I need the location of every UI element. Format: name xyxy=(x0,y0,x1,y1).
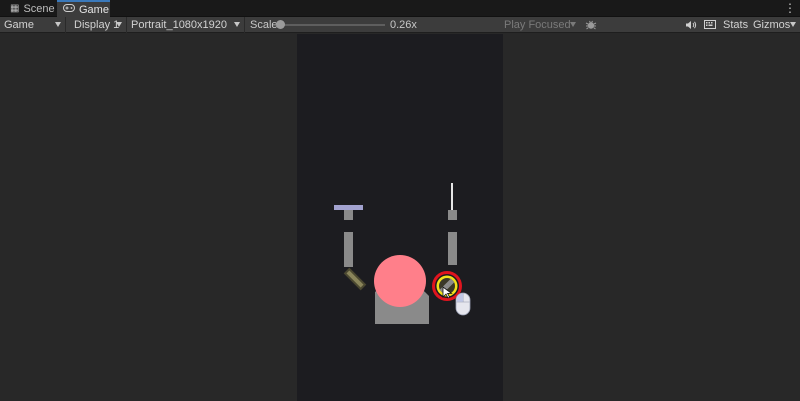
chevron-down-icon xyxy=(234,22,240,27)
chevron-down-icon xyxy=(116,22,122,27)
gizmos-dropdown[interactable]: Gizmos xyxy=(749,17,800,33)
tab-scene[interactable]: ▦ Scene xyxy=(4,0,56,17)
right-antenna-line xyxy=(451,183,453,210)
left-claw xyxy=(343,267,367,291)
view-mode-dropdown[interactable]: Game xyxy=(0,17,66,33)
audio-speaker-icon[interactable] xyxy=(684,17,698,33)
chevron-down-icon xyxy=(55,22,61,27)
view-mode-value: Game xyxy=(4,19,34,31)
tab-strip: ▦ Scene Game ⋮ xyxy=(0,0,800,17)
left-arm-upper xyxy=(344,232,353,267)
chevron-down-icon xyxy=(570,22,576,27)
tab-scene-label: Scene xyxy=(23,2,55,15)
tab-game-label: Game xyxy=(79,3,109,16)
game-view xyxy=(0,34,800,401)
play-mode-dropdown[interactable]: Play Focused xyxy=(500,17,580,33)
grid-icon: ▦ xyxy=(10,2,20,14)
scale-slider-track[interactable] xyxy=(280,24,385,26)
robot-head xyxy=(374,255,426,307)
display-value: Display 1 xyxy=(74,19,120,31)
stats-button[interactable]: Stats xyxy=(723,17,748,33)
mouse-click-icon xyxy=(455,292,471,316)
scale-label: Scale xyxy=(250,19,278,31)
scale-value: 0.26x xyxy=(390,19,417,31)
game-toolbar: Game Display 1 Portrait_1080x1920 Scale … xyxy=(0,17,800,33)
right-arm-upper xyxy=(448,232,457,265)
game-canvas[interactable] xyxy=(297,34,503,401)
gizmos-label: Gizmos xyxy=(753,19,791,31)
display-dropdown[interactable]: Display 1 xyxy=(70,17,127,33)
gamepad-icon xyxy=(63,4,75,15)
tab-game[interactable]: Game xyxy=(57,0,110,17)
left-lamp-post xyxy=(344,210,353,220)
chevron-down-icon xyxy=(790,22,796,27)
bug-icon[interactable] xyxy=(584,17,598,33)
play-mode-value: Play Focused xyxy=(504,19,571,31)
more-options-icon[interactable]: ⋮ xyxy=(784,1,796,15)
right-antenna-post xyxy=(448,210,457,220)
game-scene xyxy=(334,183,471,324)
resolution-dropdown[interactable]: Portrait_1080x1920 xyxy=(127,17,245,33)
resolution-value: Portrait_1080x1920 xyxy=(131,19,228,31)
left-lamp-top xyxy=(334,205,363,210)
keyboard-icon[interactable] xyxy=(703,17,717,33)
scale-slider-handle[interactable] xyxy=(276,20,285,29)
